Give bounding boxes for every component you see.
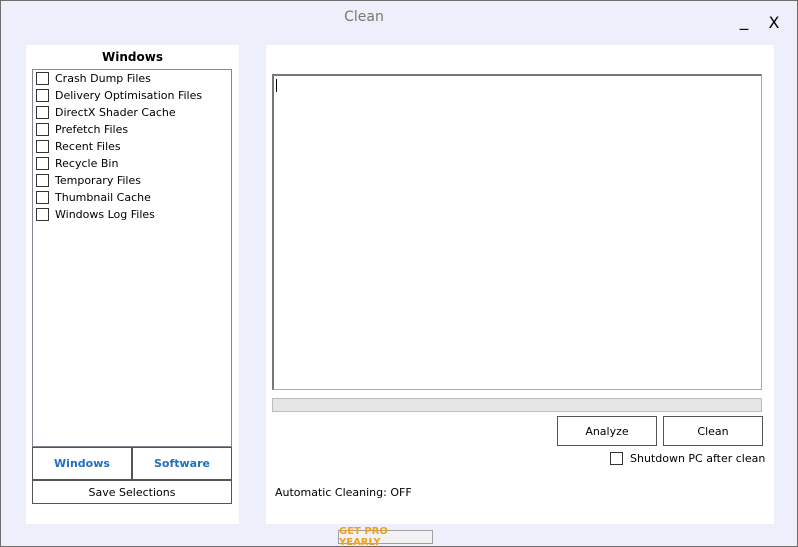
shutdown-label: Shutdown PC after clean xyxy=(630,452,766,465)
checkbox[interactable] xyxy=(36,157,49,170)
list-item-label: Prefetch Files xyxy=(55,123,129,136)
category-panel: Windows Crash Dump Files Delivery Optimi… xyxy=(26,45,239,524)
clean-button[interactable]: Clean xyxy=(663,416,763,446)
list-item-label: Windows Log Files xyxy=(55,208,155,221)
checkbox[interactable] xyxy=(36,123,49,136)
checkbox[interactable] xyxy=(36,106,49,119)
get-pro-button[interactable]: GET PRO YEARLY xyxy=(338,526,433,547)
list-item-delivery-optimisation-files[interactable]: Delivery Optimisation Files xyxy=(33,87,202,104)
progress-bar xyxy=(272,398,762,412)
list-item-label: Temporary Files xyxy=(55,174,141,187)
results-panel: Analyze Clean Shutdown PC after clean Au… xyxy=(266,45,774,524)
save-selections-button[interactable]: Save Selections xyxy=(32,480,232,504)
automatic-cleaning-status: Automatic Cleaning: OFF xyxy=(275,486,412,499)
tab-windows[interactable]: Windows xyxy=(32,447,132,480)
close-button[interactable]: X xyxy=(765,13,783,33)
checkbox[interactable] xyxy=(36,140,49,153)
list-item-recent-files[interactable]: Recent Files xyxy=(33,138,121,155)
list-item-label: Delivery Optimisation Files xyxy=(55,89,203,102)
text-caret xyxy=(276,79,277,92)
list-item-directx-shader-cache[interactable]: DirectX Shader Cache xyxy=(33,104,176,121)
list-item-label: Thumbnail Cache xyxy=(55,191,151,204)
list-item-label: Crash Dump Files xyxy=(55,72,151,85)
shutdown-option[interactable]: Shutdown PC after clean xyxy=(610,452,765,465)
list-item-label: Recent Files xyxy=(55,140,121,153)
list-item-recycle-bin[interactable]: Recycle Bin xyxy=(33,155,118,172)
checkbox[interactable] xyxy=(36,208,49,221)
list-item-windows-log-files[interactable]: Windows Log Files xyxy=(33,206,155,223)
shutdown-checkbox[interactable] xyxy=(610,452,623,465)
checkbox[interactable] xyxy=(36,72,49,85)
list-item-crash-dump-files[interactable]: Crash Dump Files xyxy=(33,70,151,87)
category-title: Windows xyxy=(102,50,163,64)
log-textbox[interactable] xyxy=(272,74,762,390)
list-item-label: Recycle Bin xyxy=(55,157,119,170)
list-item-label: DirectX Shader Cache xyxy=(55,106,176,119)
list-item-thumbnail-cache[interactable]: Thumbnail Cache xyxy=(33,189,151,206)
cleanup-items-list: Crash Dump Files Delivery Optimisation F… xyxy=(32,69,232,447)
minimize-button[interactable]: _ xyxy=(735,11,753,31)
tab-software[interactable]: Software xyxy=(132,447,232,480)
checkbox[interactable] xyxy=(36,174,49,187)
list-item-temporary-files[interactable]: Temporary Files xyxy=(33,172,141,189)
checkbox[interactable] xyxy=(36,89,49,102)
analyze-button[interactable]: Analyze xyxy=(557,416,657,446)
window-title: Clean xyxy=(344,9,384,25)
list-item-prefetch-files[interactable]: Prefetch Files xyxy=(33,121,128,138)
checkbox[interactable] xyxy=(36,191,49,204)
